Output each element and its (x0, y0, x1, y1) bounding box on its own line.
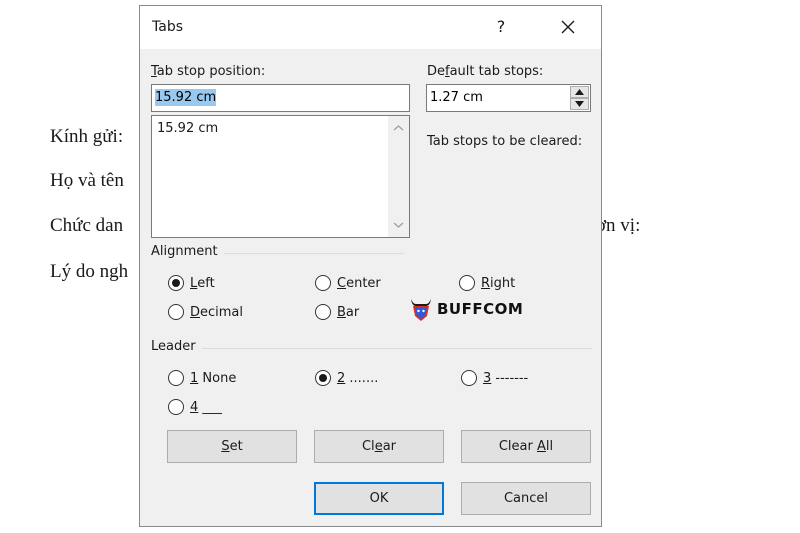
radio-unchecked-icon (461, 370, 477, 386)
radio-label: ar (345, 304, 360, 320)
button-text: Clear (498, 439, 537, 454)
alignment-group-title: Alignment (151, 244, 218, 259)
radio-label: enter (346, 275, 381, 291)
radio-unchecked-icon (168, 370, 184, 386)
buffcom-watermark: BUFFCOM (408, 296, 523, 322)
leader-underline-radio[interactable]: 4 ___ (168, 399, 222, 415)
clear-button[interactable]: Clear (314, 430, 444, 463)
radio-unchecked-icon (168, 304, 184, 320)
tab-stop-position-label: Tab stop position: (151, 64, 265, 79)
alignment-decimal-radio[interactable]: Decimal (168, 304, 243, 320)
radio-label: ------- (491, 370, 529, 386)
mnemonic: L (190, 275, 198, 291)
watermark-text: BUFFCOM (437, 300, 524, 318)
clear-all-button[interactable]: Clear All (461, 430, 591, 463)
label-text: ab stop position: (156, 64, 266, 79)
mnemonic: 2 (337, 370, 346, 386)
bull-logo-icon (411, 299, 431, 321)
doc-line-recipient: Kính gửi: (50, 126, 124, 147)
radio-unchecked-icon (168, 399, 184, 415)
radio-checked-icon (315, 370, 331, 386)
default-tab-stops-value: 1.27 cm (430, 90, 483, 105)
cancel-button[interactable]: Cancel (461, 482, 591, 515)
radio-label: None (198, 370, 237, 386)
mnemonic: D (190, 304, 201, 320)
alignment-center-radio[interactable]: Center (315, 275, 381, 291)
tab-stop-position-input[interactable]: 15.92 cm (151, 84, 410, 112)
alignment-divider (224, 253, 404, 254)
doc-line-name: Họ và tên (50, 170, 124, 191)
radio-label: ___ (198, 399, 222, 415)
dialog-title: Tabs (152, 19, 183, 35)
mnemonic: 4 (190, 399, 199, 415)
radio-label: ecimal (200, 304, 244, 320)
tab-stops-to-be-cleared-label: Tab stops to be cleared: (427, 134, 583, 149)
leader-dots-radio[interactable]: 2 ....... (315, 370, 378, 386)
spin-up-button[interactable] (570, 86, 589, 98)
mnemonic: 1 (190, 370, 199, 386)
radio-unchecked-icon (459, 275, 475, 291)
radio-checked-icon (168, 275, 184, 291)
dialog-titlebar[interactable]: Tabs ? (140, 6, 601, 49)
button-text: ll (545, 439, 554, 454)
close-icon (561, 20, 575, 34)
leader-dashes-radio[interactable]: 3 ------- (461, 370, 528, 386)
mnemonic: A (537, 439, 546, 454)
default-tab-stops-label: Default tab stops: (427, 64, 543, 79)
list-item[interactable]: 15.92 cm (157, 121, 218, 136)
label-text: ault tab stops: (449, 64, 544, 79)
mnemonic: C (337, 275, 347, 291)
radio-label: eft (197, 275, 215, 291)
label-text: De (427, 64, 446, 79)
radio-unchecked-icon (315, 304, 331, 320)
radio-unchecked-icon (315, 275, 331, 291)
alignment-left-radio[interactable]: Left (168, 275, 215, 291)
button-text: Cl (361, 439, 375, 454)
button-text: et (229, 439, 243, 454)
button-text: ar (382, 439, 396, 454)
scroll-up-icon[interactable] (393, 123, 404, 134)
selected-text: 15.92 cm (155, 89, 217, 106)
list-scrollbar[interactable] (388, 116, 409, 237)
spin-down-button[interactable] (570, 98, 589, 110)
default-tab-stops-input[interactable]: 1.27 cm (426, 84, 591, 112)
tabs-dialog: Tabs ? Tab stop position: 15.92 cm 15.92… (139, 5, 602, 527)
radio-label: ....... (345, 370, 379, 386)
ok-button[interactable]: OK (314, 482, 444, 515)
mnemonic: B (337, 304, 346, 320)
tab-stop-list[interactable]: 15.92 cm (151, 115, 410, 238)
radio-label: ight (490, 275, 516, 291)
set-button[interactable]: Set (167, 430, 297, 463)
triangle-up-icon (575, 89, 584, 95)
mnemonic: R (481, 275, 491, 291)
leader-none-radio[interactable]: 1 None (168, 370, 236, 386)
close-button[interactable] (554, 13, 582, 41)
alignment-bar-radio[interactable]: Bar (315, 304, 359, 320)
leader-divider (202, 348, 592, 349)
leader-group-title: Leader (151, 339, 196, 354)
mnemonic: e (374, 439, 383, 454)
scroll-down-icon[interactable] (393, 219, 404, 230)
triangle-down-icon (575, 101, 584, 107)
alignment-right-radio[interactable]: Right (459, 275, 515, 291)
mnemonic: 3 (483, 370, 492, 386)
mnemonic: S (221, 439, 230, 454)
doc-line-unit-fragment: ơn vị: (596, 215, 641, 236)
doc-line-title: Chức dan (50, 215, 124, 236)
help-button[interactable]: ? (490, 14, 512, 40)
doc-line-reason: Lý do ngh (50, 261, 129, 282)
